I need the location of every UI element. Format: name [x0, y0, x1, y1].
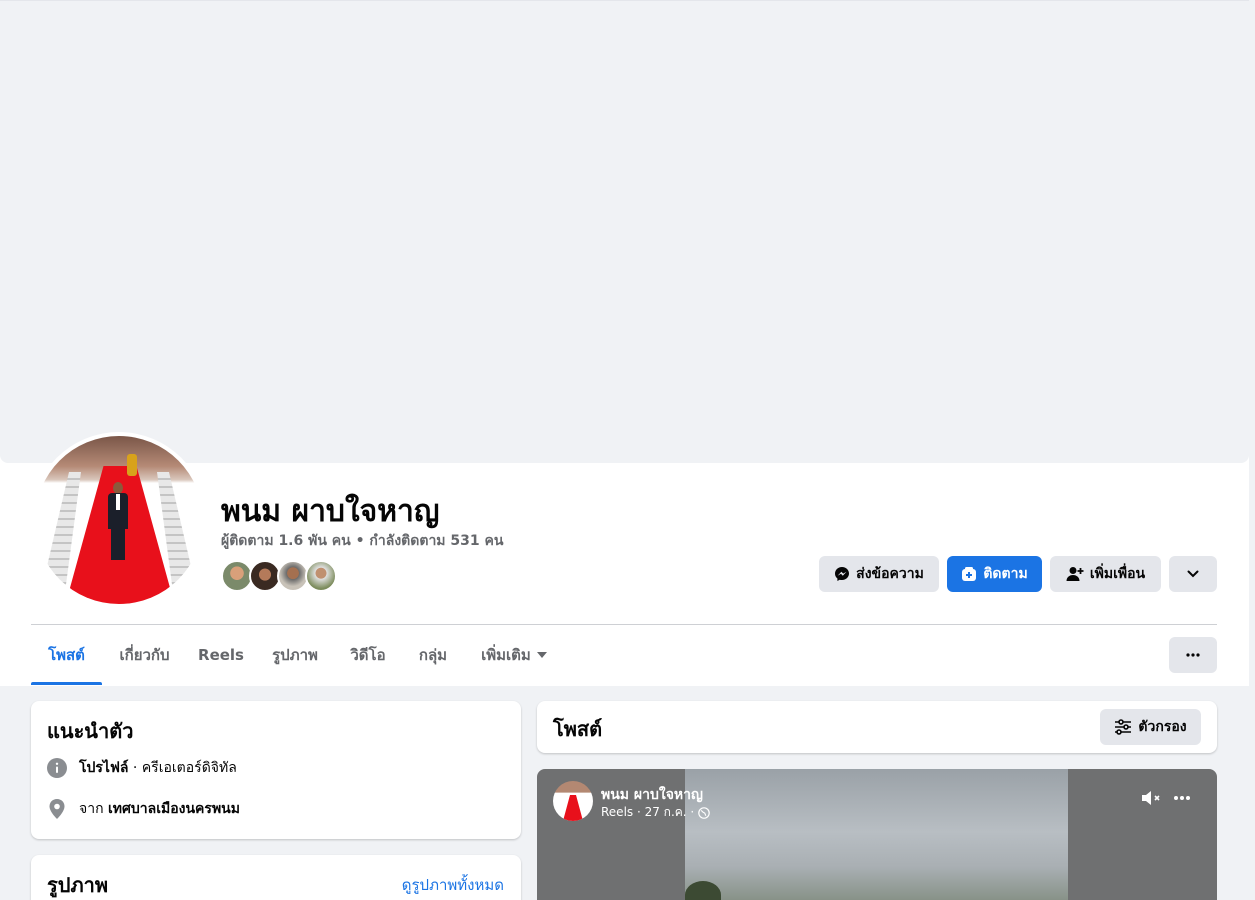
profile-picture[interactable]: [31, 432, 207, 608]
profile-name: พนม ผาบใจหาญ: [221, 494, 440, 529]
intro-location-row: จาก เทศบาลเมืองนครพนม: [47, 798, 240, 820]
reel-post[interactable]: พนม ผาบใจหาญ Reels · 27 ก.ค. ·: [537, 769, 1217, 900]
tab-videos[interactable]: วิดีโอ: [343, 625, 393, 685]
page-scrollbar[interactable]: [1249, 0, 1255, 900]
tab-posts[interactable]: โพสต์: [31, 625, 102, 685]
see-all-photos-link[interactable]: ดูรูปภาพทั้งหมด: [402, 873, 504, 897]
tabs-more-options-button[interactable]: [1169, 637, 1217, 673]
intro-title: แนะนำตัว: [47, 719, 134, 743]
photos-card: รูปภาพ ดูรูปภาพทั้งหมด: [31, 855, 521, 900]
reel-video[interactable]: [685, 769, 1068, 900]
person-add-icon: [1066, 566, 1084, 582]
more-dots-icon: [1186, 653, 1200, 657]
add-friend-button[interactable]: เพิ่มเพื่อน: [1050, 556, 1161, 592]
intro-profile-row: โปรไฟล์ · ครีเอเตอร์ดิจิทัล: [47, 757, 237, 779]
intro-card: แนะนำตัว โปรไฟล์ · ครีเอเตอร์ดิจิทัล จาก…: [31, 701, 521, 839]
profile-more-button[interactable]: [1169, 556, 1217, 592]
info-icon: [47, 758, 67, 778]
messenger-icon: [834, 566, 850, 582]
follow-plus-icon: [961, 566, 977, 582]
sliders-icon: [1114, 719, 1132, 735]
tab-reels[interactable]: Reels: [193, 625, 249, 685]
globe-icon: [698, 806, 711, 819]
tab-label: Reels: [198, 646, 244, 664]
location-pin-icon: [47, 798, 67, 820]
filter-button-label: ตัวกรอง: [1138, 719, 1187, 735]
follow-button[interactable]: ติดตาม: [947, 556, 1042, 592]
reel-more-button[interactable]: [1172, 788, 1196, 808]
photos-title: รูปภาพ: [47, 873, 109, 897]
intro-profile-text: โปรไฟล์ · ครีเอเตอร์ดิจิทัล: [79, 760, 237, 776]
follower-stats[interactable]: ผู้ติดตาม 1.6 พัน คน • กำลังติดตาม 531 ค…: [221, 530, 503, 552]
tab-more[interactable]: เพิ่มเติม: [473, 625, 555, 685]
profile-picture-image: [35, 436, 203, 604]
message-button[interactable]: ส่งข้อความ: [819, 556, 939, 592]
add-friend-button-label: เพิ่มเพื่อน: [1089, 566, 1146, 582]
tab-groups[interactable]: กลุ่ม: [411, 625, 455, 685]
more-dots-icon: [1172, 788, 1196, 808]
tab-label: กลุ่ม: [418, 646, 448, 664]
reel-meta-text[interactable]: Reels · 27 ก.ค. ·: [601, 803, 694, 822]
tab-label: เพิ่มเติม: [481, 646, 531, 664]
tab-photos[interactable]: รูปภาพ: [263, 625, 327, 685]
muted-speaker-icon: [1140, 788, 1164, 808]
reel-author-avatar[interactable]: [553, 781, 593, 821]
reel-mute-button[interactable]: [1140, 788, 1164, 808]
reel-meta: Reels · 27 ก.ค. ·: [601, 803, 711, 822]
tab-label: เกี่ยวกับ: [119, 646, 170, 664]
posts-header-card: โพสต์ ตัวกรอง: [537, 701, 1217, 753]
location-link[interactable]: เทศบาลเมืองนครพนม: [108, 801, 240, 817]
intro-location-text: จาก เทศบาลเมืองนครพนม: [79, 801, 240, 817]
follow-button-label: ติดตาม: [983, 566, 1028, 582]
filter-button[interactable]: ตัวกรอง: [1100, 709, 1201, 745]
chevron-down-icon: [1187, 570, 1199, 578]
tab-about[interactable]: เกี่ยวกับ: [110, 625, 179, 685]
message-button-label: ส่งข้อความ: [856, 566, 924, 582]
cover-photo[interactable]: [0, 0, 1249, 463]
tab-label: รูปภาพ: [272, 646, 318, 664]
caret-down-icon: [536, 652, 547, 658]
tab-label: โพสต์: [48, 646, 85, 664]
tab-label: วิดีโอ: [350, 646, 386, 664]
posts-title: โพสต์: [553, 717, 603, 741]
friend-avatar[interactable]: [305, 560, 337, 592]
